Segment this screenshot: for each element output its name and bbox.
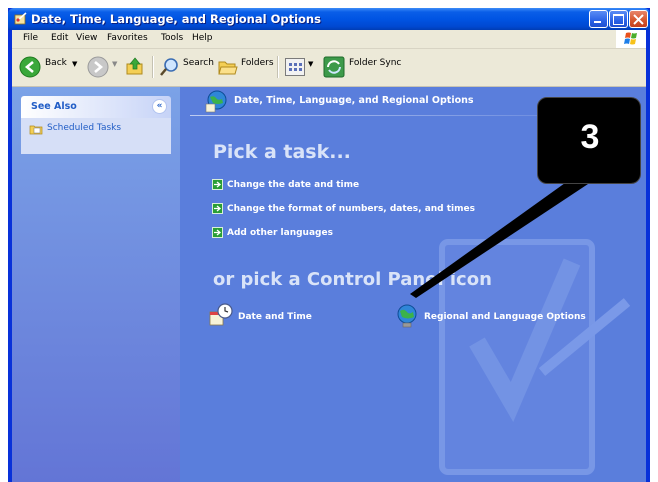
views-icon[interactable] [285, 58, 305, 76]
task-arrow-icon[interactable] [212, 227, 223, 238]
menu-favorites[interactable]: Favorites [107, 33, 148, 43]
close-icon [633, 14, 644, 25]
date-and-time-link[interactable]: Date and Time [238, 312, 312, 322]
scheduled-tasks-link[interactable]: Scheduled Tasks [47, 123, 121, 133]
task-change-date-time[interactable]: Change the date and time [227, 180, 359, 190]
globe-clock-icon [205, 90, 227, 113]
back-arrow-icon[interactable] [19, 56, 41, 78]
windows-flag-icon [624, 32, 637, 45]
task-arrow-icon[interactable] [212, 179, 223, 190]
minimize-icon [594, 21, 601, 23]
folder-sync-icon[interactable] [323, 56, 345, 78]
toolbar: Back ▼ ▼ Search Folders ▼ Folder Sync [12, 49, 646, 87]
task-arrow-icon[interactable] [212, 203, 223, 214]
minimize-button[interactable] [589, 10, 608, 28]
step-callout-box: 3 [537, 97, 641, 184]
maximize-button[interactable] [609, 10, 628, 28]
explorer-window: Date, Time, Language, and Regional Optio… [8, 8, 650, 482]
window-title: Date, Time, Language, and Regional Optio… [31, 12, 321, 26]
menu-file[interactable]: File [23, 33, 38, 43]
watermark-checklist-icon [439, 239, 631, 475]
menu-help[interactable]: Help [192, 33, 213, 43]
regional-language-options-link[interactable]: Regional and Language Options [424, 312, 586, 322]
scheduled-tasks-icon [29, 125, 43, 135]
views-dropdown-icon[interactable]: ▼ [308, 60, 313, 68]
title-bar[interactable]: Date, Time, Language, and Regional Optio… [8, 8, 650, 30]
regional-language-globe-icon[interactable] [394, 303, 420, 329]
windows-logo [616, 30, 646, 48]
see-also-panel: Scheduled Tasks [21, 118, 171, 154]
pick-task-heading: Pick a task... [213, 141, 351, 163]
menu-view[interactable]: View [76, 33, 97, 43]
toolbar-separator [277, 56, 279, 78]
menu-bar: File Edit View Favorites Tools Help [12, 30, 646, 49]
folders-icon[interactable] [218, 57, 238, 77]
page-title: Date, Time, Language, and Regional Optio… [234, 95, 474, 106]
step-number: 3 [580, 118, 600, 156]
toolbar-separator [152, 56, 154, 78]
see-also-header[interactable]: See Also « [21, 96, 171, 118]
see-also-title: See Also [31, 101, 77, 112]
task-change-format[interactable]: Change the format of numbers, dates, and… [227, 204, 475, 214]
menu-tools[interactable]: Tools [161, 33, 183, 43]
forward-dropdown-icon[interactable]: ▼ [112, 60, 117, 68]
back-dropdown-icon[interactable]: ▼ [72, 60, 77, 68]
control-panel-icon [14, 12, 27, 25]
collapse-chevron-icon[interactable]: « [152, 99, 167, 114]
search-button[interactable]: Search [183, 58, 214, 68]
task-pane: See Also « Scheduled Tasks [12, 87, 180, 482]
back-button[interactable]: Back [45, 58, 67, 68]
close-button[interactable] [629, 10, 648, 28]
up-folder-icon[interactable] [125, 56, 145, 76]
maximize-icon [613, 14, 624, 25]
task-add-languages[interactable]: Add other languages [227, 228, 333, 238]
date-time-icon[interactable] [208, 302, 234, 328]
folder-sync-button[interactable]: Folder Sync [349, 58, 401, 68]
folders-button[interactable]: Folders [241, 58, 274, 68]
search-icon[interactable] [160, 57, 180, 77]
or-pick-icon-heading: or pick a Control Panel icon [213, 269, 492, 290]
forward-arrow-icon[interactable] [87, 56, 109, 78]
menu-edit[interactable]: Edit [51, 33, 68, 43]
